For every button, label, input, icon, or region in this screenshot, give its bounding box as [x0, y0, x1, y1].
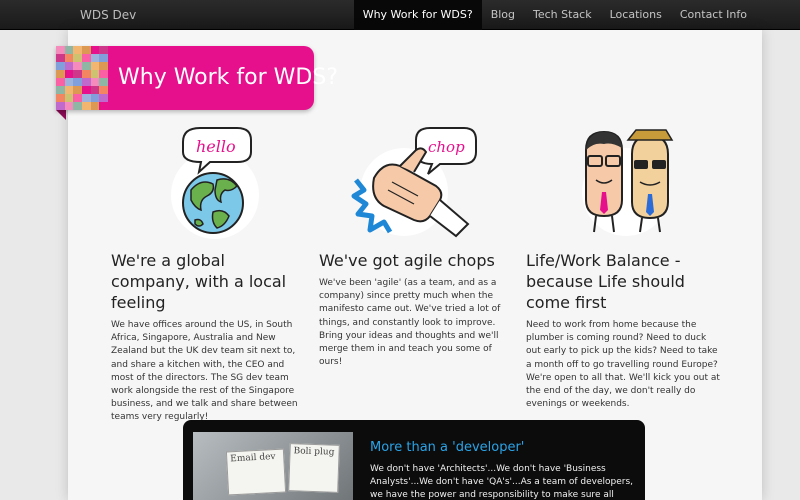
nav-item-blog[interactable]: Blog — [482, 0, 524, 30]
bubble-chop-text: chop — [428, 138, 465, 156]
feature-body: Need to work from home because the plumb… — [526, 320, 720, 410]
nav-item-tech-stack[interactable]: Tech Stack — [524, 0, 601, 30]
nav-item-why-work[interactable]: Why Work for WDS? — [353, 0, 482, 30]
page-title: Why Work for WDS? — [118, 65, 338, 90]
page-title-ribbon: Why Work for WDS? — [56, 46, 338, 110]
globe-speech-bubble-icon: hello — [155, 120, 295, 240]
bubble-hello-text: hello — [196, 137, 236, 156]
top-navbar: WDS Dev Why Work for WDS? Blog Tech Stac… — [0, 0, 800, 30]
feature-body: We have offices around the US, in South … — [111, 320, 298, 423]
photo-card: Email dev — [225, 448, 287, 496]
main-nav: Why Work for WDS? Blog Tech Stack Locati… — [353, 0, 756, 30]
nav-item-contact-info[interactable]: Contact Info — [671, 0, 756, 30]
karate-chop-hand-icon: chop — [344, 120, 484, 240]
feature-life-work: Life/Work Balance - because Life should … — [526, 120, 721, 411]
feature-heading: We've got agile chops — [319, 251, 495, 270]
developer-panel-title: More than a 'developer' — [370, 440, 525, 455]
ribbon-fold — [56, 110, 66, 120]
feature-heading: Life/Work Balance - because Life should … — [526, 251, 685, 312]
team-board-photo: Email dev Boli plug — [193, 432, 353, 500]
feature-agile: chop We've got agile chops We've been 'a… — [319, 120, 509, 369]
feature-global: hello We're a global company, with a loc… — [111, 120, 301, 425]
developer-panel: Email dev Boli plug More than a 'develop… — [183, 420, 645, 500]
nav-item-locations[interactable]: Locations — [601, 0, 671, 30]
brand-link[interactable]: WDS Dev — [80, 0, 136, 30]
two-cartoon-developers-icon — [566, 120, 706, 240]
photo-card: Boli plug — [288, 443, 340, 493]
developer-panel-text: We don't have 'Architects'...We don't ha… — [370, 464, 634, 500]
feature-body: We've been 'agile' (as a team, and as a … — [319, 278, 501, 368]
feature-heading: We're a global company, with a local fee… — [111, 251, 287, 312]
color-mosaic-icon — [56, 46, 108, 110]
